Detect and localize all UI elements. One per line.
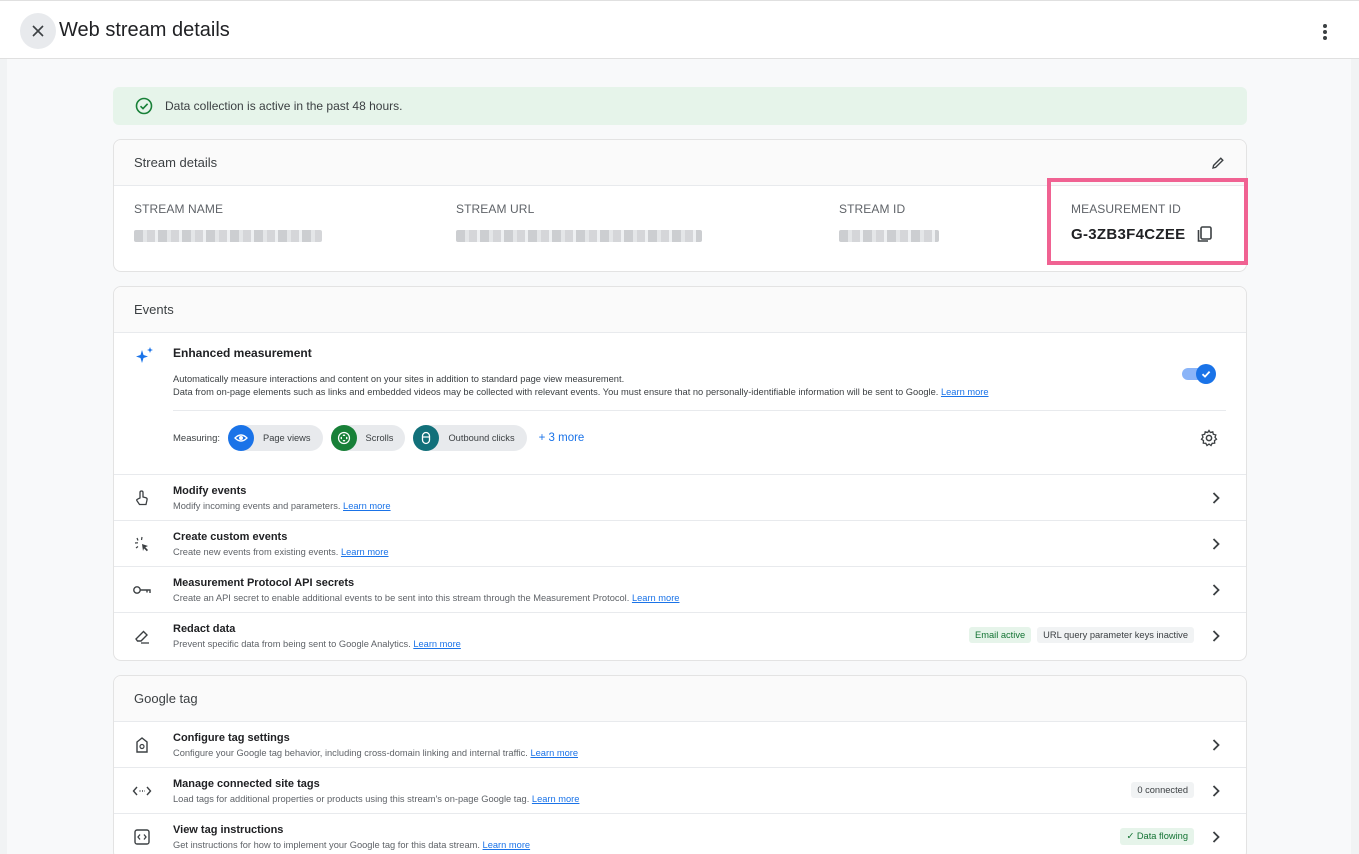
eraser-icon: [135, 630, 149, 644]
eye-icon: [234, 434, 248, 442]
stream-url-field: STREAM URL: [456, 202, 702, 242]
chevron-right-icon: [1212, 630, 1220, 642]
enhanced-measurement-section: Enhanced measurement Automatically measu…: [114, 333, 1246, 475]
learn-more-link[interactable]: Learn more: [941, 387, 989, 397]
redacted-value: [839, 230, 939, 242]
list-item-manage-connected-tags[interactable]: Manage connected site tags Load tags for…: [114, 768, 1246, 814]
enhanced-measurement-description: Automatically measure interactions and c…: [173, 374, 989, 397]
list-item-create-custom-events[interactable]: Create custom events Create new events f…: [114, 521, 1246, 567]
learn-more-link[interactable]: Learn more: [483, 840, 531, 850]
list-item-redact-data[interactable]: Redact data Prevent specific data from b…: [114, 613, 1246, 659]
enhanced-measurement-toggle[interactable]: [1180, 364, 1216, 384]
check-circle-icon: [135, 97, 153, 115]
measuring-row: Measuring: Page views Scrolls Outbound c…: [173, 425, 584, 451]
events-card: Events Enhanced measurement Automaticall…: [113, 286, 1247, 661]
status-badge: ✓ Data flowing: [1120, 828, 1194, 845]
sparkle-click-icon: [134, 536, 148, 552]
status-badge: 0 connected: [1131, 782, 1194, 798]
google-tag-title: Google tag: [134, 691, 198, 706]
stream-id-field: STREAM ID: [839, 202, 939, 242]
more-options-icon[interactable]: [1319, 21, 1331, 43]
chip-page-views[interactable]: Page views: [228, 425, 323, 451]
learn-more-link[interactable]: Learn more: [632, 593, 680, 603]
learn-more-link[interactable]: Learn more: [343, 501, 391, 511]
page-title: Web stream details: [59, 19, 230, 41]
chevron-right-icon: [1212, 785, 1220, 797]
stream-details-title: Stream details: [134, 155, 218, 170]
enhanced-measurement-title: Enhanced measurement: [173, 346, 312, 360]
list-item-modify-events[interactable]: Modify events Modify incoming events and…: [114, 475, 1246, 521]
touch-icon: [136, 490, 148, 506]
learn-more-link[interactable]: Learn more: [530, 748, 578, 758]
redacted-value: [456, 230, 702, 242]
learn-more-link[interactable]: Learn more: [413, 639, 461, 649]
status-badge: URL query parameter keys inactive: [1037, 627, 1194, 643]
stream-details-card: Stream details STREAM NAME STREAM URL ST…: [113, 139, 1248, 272]
banner-text: Data collection is active in the past 48…: [165, 99, 403, 113]
chevron-right-icon: [1212, 492, 1220, 504]
chevron-right-icon: [1212, 538, 1220, 550]
scroll-icon: [337, 431, 350, 445]
learn-more-link[interactable]: Learn more: [532, 794, 580, 804]
events-title: Events: [134, 302, 174, 317]
close-icon: [32, 25, 44, 37]
chevron-right-icon: [1212, 739, 1220, 751]
chevron-right-icon: [1212, 831, 1220, 843]
stream-name-field: STREAM NAME: [134, 202, 322, 242]
google-tag-card: Google tag Configure tag settings Config…: [113, 675, 1247, 854]
measuring-label: Measuring:: [173, 432, 220, 444]
chevron-right-icon: [1212, 584, 1220, 596]
status-badge: Email active: [969, 627, 1032, 643]
code-arrows-icon: [132, 786, 152, 796]
mouse-icon: [422, 431, 431, 445]
list-item-measurement-protocol[interactable]: Measurement Protocol API secrets Create …: [114, 567, 1246, 613]
data-collection-banner: Data collection is active in the past 48…: [113, 87, 1247, 125]
redacted-value: [134, 230, 322, 242]
measurement-id-highlight-box: [1047, 178, 1248, 265]
list-item-configure-tag[interactable]: Configure tag settings Configure your Go…: [114, 722, 1246, 768]
chip-outbound-clicks[interactable]: Outbound clicks: [413, 425, 527, 451]
tag-icon: [136, 737, 148, 753]
edit-pencil-icon[interactable]: [1210, 155, 1226, 171]
close-button[interactable]: [20, 13, 56, 49]
check-icon: [1201, 370, 1211, 378]
chip-scrolls[interactable]: Scrolls: [330, 425, 406, 451]
settings-gear-icon[interactable]: [1200, 429, 1218, 447]
key-icon: [133, 586, 151, 594]
top-bar: Web stream details: [0, 0, 1359, 59]
sparkle-icon: [136, 347, 153, 363]
list-item-view-tag-instructions[interactable]: View tag instructions Get instructions f…: [114, 814, 1246, 854]
learn-more-link[interactable]: Learn more: [341, 547, 389, 557]
code-box-icon: [134, 829, 150, 845]
more-link[interactable]: + 3 more: [539, 432, 585, 444]
